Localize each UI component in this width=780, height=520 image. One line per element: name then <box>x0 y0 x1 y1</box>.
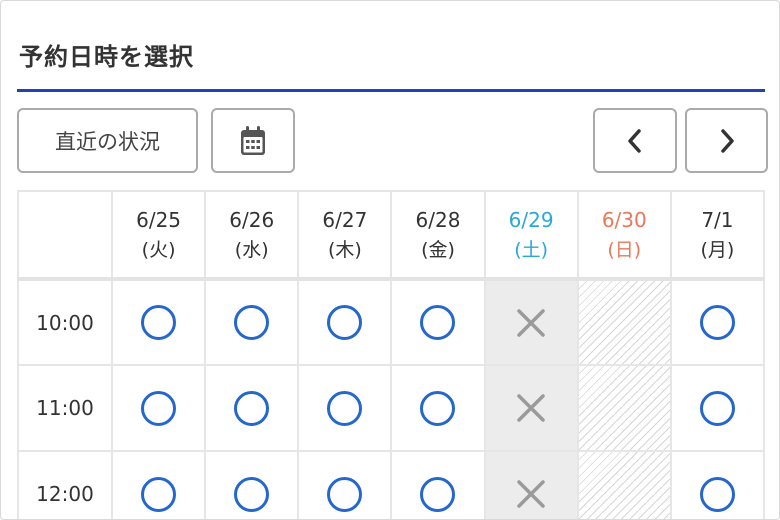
time-label: 12:00 <box>17 450 113 519</box>
time-corner-cell <box>17 190 113 281</box>
slot-available[interactable] <box>204 278 300 366</box>
available-circle-icon <box>234 305 270 340</box>
slot-available[interactable] <box>110 364 207 452</box>
time-slot-row: 11:00 <box>17 364 766 452</box>
available-circle-icon <box>141 390 177 426</box>
date-header: 7/1 (月) <box>669 190 766 281</box>
slot-available[interactable] <box>110 278 207 366</box>
recent-status-button[interactable]: 直近の状況 <box>17 108 198 173</box>
date-label: 6/27 <box>322 207 368 232</box>
weekday-label: (金) <box>421 238 455 261</box>
time-label: 10:00 <box>17 278 113 366</box>
slot-available[interactable] <box>297 278 393 366</box>
schedule-table: 6/25 (火) 6/26 (水) 6/27 (木) 6/28 (金) 6/29 (土) … <box>17 190 766 519</box>
slot-closed <box>576 450 672 519</box>
slot-available[interactable] <box>669 278 766 366</box>
calendar-icon <box>241 125 265 155</box>
calendar-button[interactable] <box>211 108 295 173</box>
available-circle-icon <box>141 305 177 340</box>
date-label: 6/28 <box>415 207 461 232</box>
slot-full <box>483 450 579 519</box>
full-cross-icon <box>517 308 545 337</box>
available-circle-icon <box>420 305 456 340</box>
weekday-label: (土) <box>514 238 549 261</box>
date-header: 6/25 (火) <box>110 190 207 281</box>
slot-closed <box>576 278 672 366</box>
title-underline <box>17 89 765 92</box>
slot-available[interactable] <box>669 364 766 452</box>
weekday-label: (水) <box>234 238 269 261</box>
available-circle-icon <box>234 476 270 512</box>
date-header-saturday: 6/29 (土) <box>483 190 579 281</box>
available-circle-icon <box>699 476 735 512</box>
date-header: 6/28 (金) <box>390 190 486 281</box>
date-label: 6/25 <box>136 207 182 232</box>
available-circle-icon <box>327 390 363 426</box>
slot-full <box>483 364 579 452</box>
date-header: 6/27 (木) <box>297 190 393 281</box>
slot-available[interactable] <box>110 450 207 519</box>
available-circle-icon <box>420 390 456 426</box>
slot-available[interactable] <box>204 450 300 519</box>
available-circle-icon <box>234 390 270 426</box>
slot-full <box>483 278 579 366</box>
chevron-right-icon <box>720 128 734 153</box>
weekday-label: (日) <box>607 238 642 261</box>
chevron-left-icon <box>628 128 641 153</box>
time-label: 11:00 <box>17 364 113 452</box>
date-header-sunday: 6/30 (日) <box>576 190 672 281</box>
available-circle-icon <box>327 476 363 512</box>
full-cross-icon <box>517 480 545 508</box>
weekday-label: (月) <box>700 238 735 261</box>
date-header-row: 6/25 (火) 6/26 (水) 6/27 (木) 6/28 (金) 6/29 (土) … <box>17 190 766 281</box>
time-slot-row: 12:00 <box>17 450 766 519</box>
slot-available[interactable] <box>297 450 393 519</box>
date-label: 6/26 <box>229 207 275 232</box>
available-circle-icon <box>699 305 735 340</box>
available-circle-icon <box>699 390 735 426</box>
next-week-button[interactable] <box>685 108 768 173</box>
slot-available[interactable] <box>390 450 486 519</box>
slot-available[interactable] <box>204 364 300 452</box>
slot-available[interactable] <box>390 364 486 452</box>
previous-week-button[interactable] <box>593 108 677 173</box>
weekday-label: (火) <box>141 238 176 261</box>
full-cross-icon <box>517 394 545 422</box>
date-header: 6/26 (水) <box>204 190 300 281</box>
date-label: 6/29 <box>508 207 554 232</box>
date-label: 7/1 <box>701 207 734 232</box>
slot-available[interactable] <box>669 450 766 519</box>
weekday-label: (木) <box>327 238 362 261</box>
available-circle-icon <box>420 476 456 512</box>
slot-available[interactable] <box>390 278 486 366</box>
date-label: 6/30 <box>601 207 647 232</box>
time-slot-row: 10:00 <box>17 278 766 366</box>
available-circle-icon <box>327 305 363 340</box>
available-circle-icon <box>141 476 177 512</box>
slot-available[interactable] <box>297 364 393 452</box>
slot-closed <box>576 364 672 452</box>
reservation-panel: 予約日時を選択 直近の状況 6/25 (火) 6/26 (水) 6/27 (木)… <box>0 0 780 520</box>
page-title: 予約日時を選択 <box>19 43 194 71</box>
